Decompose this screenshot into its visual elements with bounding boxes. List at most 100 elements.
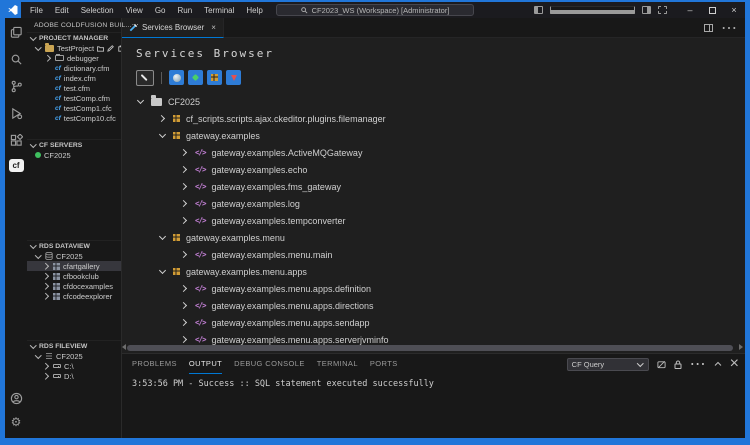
menu-item[interactable]: Help — [241, 4, 267, 17]
scroll-right-icon[interactable] — [739, 344, 743, 350]
expand-chevron-icon[interactable] — [180, 149, 189, 156]
maximize-button[interactable] — [701, 2, 723, 18]
source-control-icon[interactable] — [8, 78, 24, 94]
output-log[interactable]: 3:53:56 PM - Success :: SQL statement ex… — [122, 374, 745, 389]
project-file-row[interactable]: index.cfm — [27, 73, 121, 83]
database-row[interactable]: cfdocexamples — [27, 281, 121, 291]
menu-item[interactable]: Selection — [76, 4, 119, 17]
expand-chevron-icon[interactable] — [158, 132, 167, 139]
edit-pencil-icon[interactable] — [107, 45, 114, 52]
expand-chevron-icon[interactable] — [180, 302, 189, 309]
menu-item[interactable]: Edit — [50, 4, 74, 17]
project-file-row[interactable]: testComp.cfm — [27, 93, 121, 103]
tab-close-icon[interactable]: × — [211, 23, 216, 32]
dataview-root-row[interactable]: CF2025 — [27, 251, 121, 261]
expand-chevron-icon[interactable] — [180, 285, 189, 292]
command-center[interactable]: CF2023_WS (Workspace) [Administrator] — [276, 4, 474, 16]
toggle-sidebar-icon[interactable] — [534, 6, 543, 14]
expand-chevron-icon[interactable] — [158, 115, 167, 122]
project-file-row[interactable]: debugger — [27, 53, 121, 63]
expand-chevron-icon[interactable] — [136, 98, 145, 105]
menu-item[interactable]: View — [121, 4, 148, 17]
tree-row[interactable]: gateway.examples.menu.apps.sendapp — [122, 314, 745, 331]
expand-chevron-icon[interactable] — [180, 183, 189, 190]
panel-tab[interactable]: PROBLEMS — [132, 354, 177, 374]
account-icon[interactable] — [8, 390, 24, 406]
tree-row[interactable]: gateway.examples.menu.apps.definition — [122, 280, 745, 297]
tree-row[interactable]: gateway.examples.fms_gateway — [122, 178, 745, 195]
panel-tab[interactable]: PORTS — [370, 354, 398, 374]
expand-chevron-icon[interactable] — [180, 251, 189, 258]
tree-row[interactable]: cf_scripts.scripts.ajax.ckeditor.plugins… — [122, 110, 745, 127]
horizontal-scrollbar[interactable] — [127, 345, 733, 351]
cf-servers-header[interactable]: CF SERVERS — [27, 139, 121, 150]
green-diamond-tool-button[interactable] — [188, 70, 203, 85]
tree-row[interactable]: gateway.examples.menu.apps.directions — [122, 297, 745, 314]
tree-row[interactable]: CF2025 — [122, 93, 745, 110]
output-channel-select[interactable]: CF Query — [567, 358, 649, 371]
database-row[interactable]: cfcodeexplorer — [27, 291, 121, 301]
pane-more-actions-icon[interactable]: ⋯ — [132, 21, 140, 29]
expand-chevron-icon[interactable] — [158, 268, 167, 275]
delete-trash-icon[interactable] — [117, 45, 121, 52]
project-file-row[interactable]: testComp1.cfc — [27, 103, 121, 113]
tree-row[interactable]: gateway.examples.menu.main — [122, 246, 745, 263]
red-funnel-tool-button[interactable] — [226, 70, 241, 85]
panel-more-actions-icon[interactable]: ⋯ — [690, 354, 706, 374]
panel-tab[interactable]: DEBUG CONSOLE — [234, 354, 305, 374]
tree-row[interactable]: gateway.examples.echo — [122, 161, 745, 178]
project-file-row[interactable]: dictionary.cfm — [27, 63, 121, 73]
toggle-panel-icon[interactable] — [550, 6, 635, 14]
run-debug-icon[interactable] — [8, 105, 24, 121]
customize-layout-icon[interactable] — [658, 6, 667, 14]
split-editor-icon[interactable] — [704, 24, 713, 32]
expand-chevron-icon[interactable] — [180, 217, 189, 224]
scroll-left-icon[interactable] — [122, 344, 126, 350]
project-file-row[interactable]: test.cfm — [27, 83, 121, 93]
new-folder-icon[interactable] — [97, 45, 104, 52]
tree-row[interactable]: gateway.examples.menu.apps — [122, 263, 745, 280]
tree-row[interactable]: gateway.examples.log — [122, 195, 745, 212]
wand-tool-button[interactable] — [136, 70, 154, 86]
project-manager-header[interactable]: PROJECT MANAGER — [27, 32, 121, 43]
expand-chevron-icon[interactable] — [180, 336, 189, 343]
close-panel-icon[interactable]: × — [730, 355, 739, 373]
drive-row[interactable]: D:\ — [27, 371, 121, 381]
tree-row[interactable]: gateway.examples.ActiveMQGateway — [122, 144, 745, 161]
fileview-root-row[interactable]: CF2025 — [27, 351, 121, 361]
rds-fileview-header[interactable]: RDS FILEVIEW — [27, 340, 121, 351]
project-row[interactable]: TestProject — [27, 43, 121, 53]
drive-row[interactable]: C:\ — [27, 361, 121, 371]
close-button[interactable]: × — [723, 2, 745, 18]
menu-item[interactable]: Terminal — [199, 4, 239, 17]
project-file-row[interactable]: testComp10.cfc — [27, 113, 121, 123]
extensions-icon[interactable] — [8, 132, 24, 148]
globe-tool-button[interactable] — [169, 70, 184, 85]
settings-gear-icon[interactable]: ⚙ — [8, 414, 24, 430]
rds-dataview-header[interactable]: RDS DATAVIEW — [27, 240, 121, 251]
expand-chevron-icon[interactable] — [180, 200, 189, 207]
lock-autoscroll-icon[interactable] — [674, 360, 682, 369]
tree-row[interactable]: gateway.examples — [122, 127, 745, 144]
clear-output-icon[interactable] — [657, 360, 666, 369]
menu-item[interactable]: File — [25, 4, 48, 17]
menu-item[interactable]: Run — [172, 4, 197, 17]
expand-chevron-icon[interactable] — [180, 166, 189, 173]
menu-item[interactable]: Go — [150, 4, 171, 17]
minimize-button[interactable]: – — [679, 2, 701, 18]
toggle-secondary-sidebar-icon[interactable] — [642, 6, 651, 14]
coldfusion-view-icon[interactable]: cf — [9, 159, 24, 172]
expand-chevron-icon[interactable] — [180, 319, 189, 326]
tree-row[interactable]: gateway.examples.tempconverter — [122, 212, 745, 229]
database-row[interactable]: cfartgallery — [27, 261, 121, 271]
vscode-logo-icon[interactable] — [5, 2, 21, 18]
server-row[interactable]: CF2025 — [27, 150, 121, 160]
maximize-panel-icon[interactable] — [714, 361, 722, 367]
editor-more-actions-icon[interactable]: ⋯ — [721, 18, 737, 38]
expand-chevron-icon[interactable] — [158, 234, 167, 241]
tree-row[interactable]: gateway.examples.menu — [122, 229, 745, 246]
orange-grid-tool-button[interactable] — [207, 70, 222, 85]
database-row[interactable]: cfbookclub — [27, 271, 121, 281]
explorer-icon[interactable] — [8, 24, 24, 40]
search-view-icon[interactable] — [8, 51, 24, 67]
